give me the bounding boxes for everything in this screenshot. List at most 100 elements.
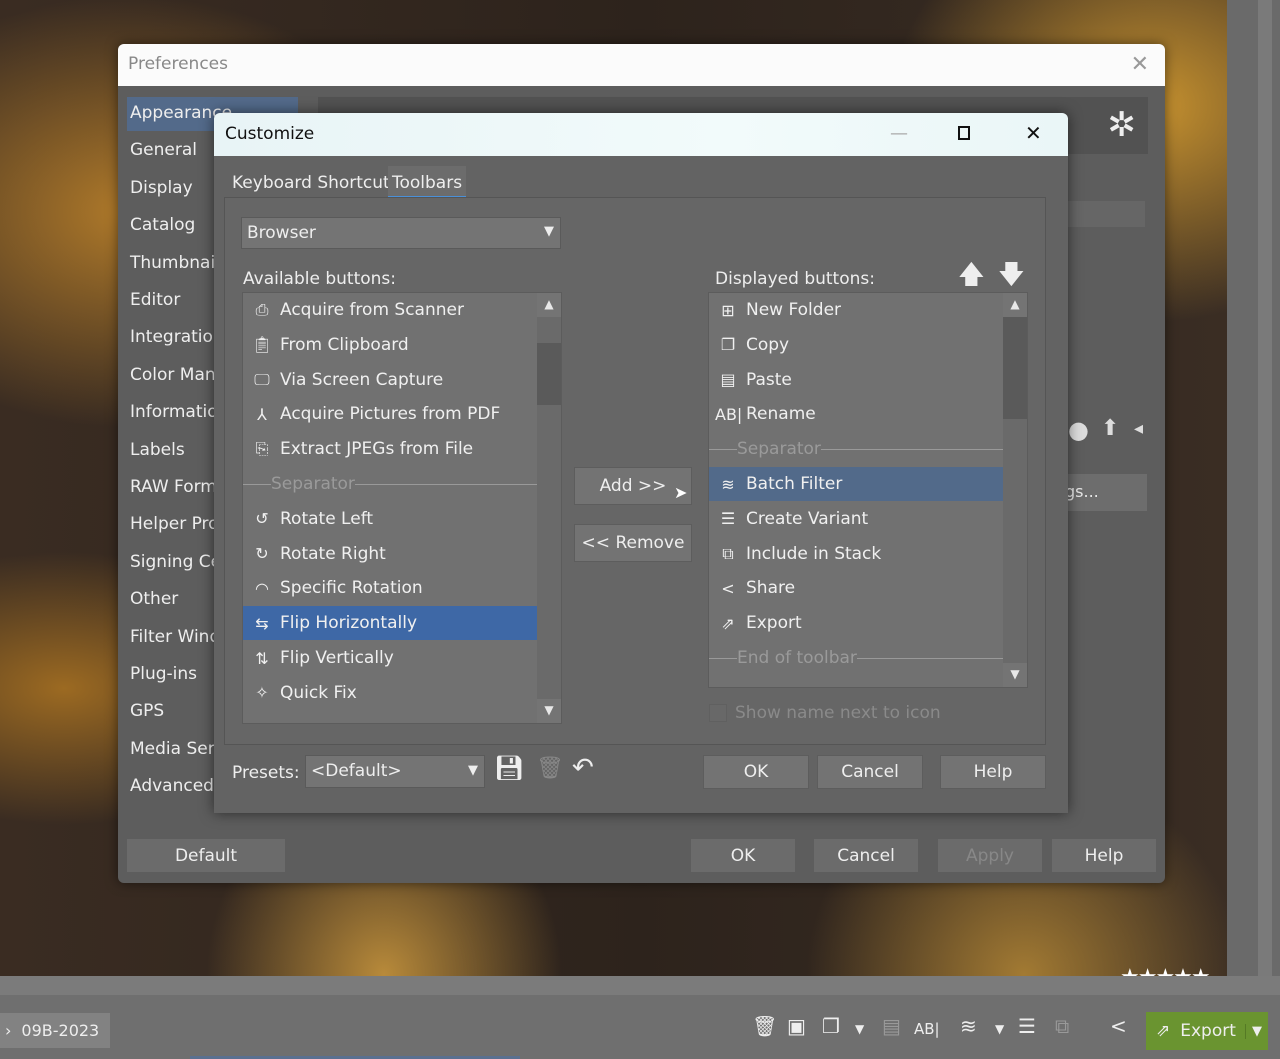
export-button[interactable]: ⇗ Export ▼ [1146,1012,1268,1050]
export-label: Export [1180,1021,1236,1041]
list-item[interactable]: < Share [709,571,1003,605]
stack-icon: ⧉ [722,543,734,563]
list-item[interactable]: AB| Rename [709,397,1003,431]
list-separator[interactable]: Separator [709,432,1003,466]
list-item[interactable]: ⧉ Include in Stack [709,537,1003,571]
list-item[interactable]: ▤ Paste [709,363,1003,397]
item-label: Rotate Right [280,543,386,564]
select-value: Browser [247,223,316,243]
share-icon[interactable]: < [1110,1014,1127,1038]
user-icon[interactable]: ● [1068,416,1089,444]
trash-icon[interactable]: 🗑︎ [536,756,564,781]
maximize-icon[interactable] [958,126,970,140]
chevron-down-icon[interactable]: ▼ [855,1022,864,1036]
scanner-icon: ⎙ [255,300,269,319]
scrollbar[interactable]: ▲ ▼ [1003,293,1027,687]
rename-icon[interactable]: AB| [914,1020,940,1038]
chevron-down-icon[interactable]: ▼ [1245,1023,1268,1039]
breadcrumb-label: 09B-2023 [21,1021,100,1040]
batch-filter-icon: ≋ [721,474,735,494]
paste-icon[interactable]: ▤ [882,1014,901,1038]
list-item[interactable]: ✧ Quick Fix [243,676,537,710]
scroll-down-icon[interactable]: ▼ [1003,663,1027,687]
button-label: gs... [1065,482,1099,501]
minimize-icon[interactable]: — [890,123,908,144]
trash-icon[interactable]: 🗑 [752,1014,777,1038]
undo-icon[interactable]: ↶ [572,753,594,783]
scrollbar[interactable] [1258,0,1272,976]
scroll-up-icon[interactable]: ▲ [537,293,561,317]
mouse-cursor-icon: ➤ [674,483,688,502]
list-item[interactable]: ≋ Batch Filter [709,467,1003,501]
upload-icon[interactable]: ⬆ [1101,416,1119,441]
scroll-thumb[interactable] [1003,317,1027,419]
item-label: Create Variant [746,508,869,529]
list-item[interactable]: ⇅ Flip Vertically [243,641,537,675]
screen-capture-icon: 🖵 [254,369,270,389]
list-item[interactable]: ⇗ Export [709,606,1003,640]
close-icon[interactable]: ✕ [1131,52,1149,77]
list-item[interactable]: ☰ Create Variant [709,502,1003,536]
list-item[interactable]: ❐ Copy [709,328,1003,362]
scroll-down-icon[interactable]: ▼ [537,699,561,723]
breadcrumb[interactable]: › 09B-2023 [0,1013,110,1048]
batch-filter-icon[interactable]: ≋ [960,1014,977,1038]
list-item[interactable]: ⇆ Flip Horizontally [243,606,537,641]
list-item[interactable]: 🖵 Via Screen Capture [243,363,537,397]
separator-label: Separator [271,474,355,494]
settings-button[interactable]: gs... [1063,474,1147,511]
create-variant-icon[interactable]: ☰ [1018,1014,1036,1038]
presets-select[interactable]: <Default> ▼ [305,755,485,788]
chevron-down-icon[interactable]: ▼ [995,1022,1004,1036]
dialog-title: Preferences [118,44,1165,86]
displayed-label: Displayed buttons: [715,269,875,289]
help-button[interactable]: Help [940,755,1046,789]
displayed-buttons-list[interactable]: ▲ ▼ ⊞ New Folder ❐ Copy ▤ Paste AB| Rename Separa… [708,292,1028,688]
list-item[interactable]: ◠ Specific Rotation [243,571,537,605]
item-label: Specific Rotation [280,578,423,599]
list-item[interactable]: 📋︎ From Clipboard [243,328,537,362]
item-label: Copy [746,334,790,355]
available-buttons-list[interactable]: ▲ ▼ ⎙ Acquire from Scanner 📋︎ From Clipboard… [242,292,562,724]
available-label: Available buttons: [243,269,397,289]
item-label: Acquire from Scanner [280,300,464,320]
tab-keyboard-shortcuts[interactable]: Keyboard Shortcuts [228,166,403,198]
apply-button[interactable]: Apply [938,839,1042,872]
item-label: Rename [746,404,816,425]
copy-icon[interactable]: ❐ [822,1014,840,1038]
list-item[interactable]: ⎘ Extract JPEGs from File [243,432,537,466]
tab-toolbars[interactable]: Toolbars [388,166,467,198]
extract-icon: ⎘ [255,439,269,459]
ok-button[interactable]: OK [703,755,809,789]
close-icon[interactable]: ✕ [1025,121,1042,145]
list-item[interactable]: ⅄ Acquire Pictures from PDF [243,397,537,431]
stack-icon[interactable]: ⧉ [1055,1014,1069,1038]
flip-vertical-icon: ⇅ [255,648,269,668]
item-label: Batch Filter [746,474,843,494]
help-button[interactable]: Help [1052,839,1156,872]
item-label: From Clipboard [280,334,409,355]
default-button[interactable]: Default [127,839,285,872]
item-label: Include in Stack [746,543,882,564]
volume-icon[interactable]: ◂ [1134,418,1143,439]
list-item[interactable]: ⊞ New Folder [709,293,1003,327]
scroll-up-icon[interactable]: ▲ [1003,293,1027,317]
rotate-left-icon: ↺ [255,509,269,529]
scroll-thumb[interactable] [537,343,561,405]
gear-icon[interactable]: ✲ [1108,105,1137,145]
scrollbar[interactable]: ▲ ▼ [537,293,561,723]
list-item[interactable]: ⎙ Acquire from Scanner [243,293,537,327]
save-icon[interactable]: 💾︎ [494,754,524,782]
cancel-button[interactable]: Cancel [814,839,918,872]
show-name-checkbox[interactable] [709,704,727,722]
list-separator[interactable]: End of toolbar [709,641,1003,675]
list-separator[interactable]: Separator [243,467,537,501]
new-folder-icon[interactable]: ▣ [787,1014,806,1038]
select-value: <Default> [311,761,402,781]
toolbar-select[interactable]: Browser ▼ [241,217,561,249]
list-item[interactable]: ↻ Rotate Right [243,537,537,571]
list-item[interactable]: ↺ Rotate Left [243,502,537,536]
remove-button[interactable]: << Remove [574,524,692,562]
cancel-button[interactable]: Cancel [817,755,923,789]
ok-button[interactable]: OK [691,839,795,872]
